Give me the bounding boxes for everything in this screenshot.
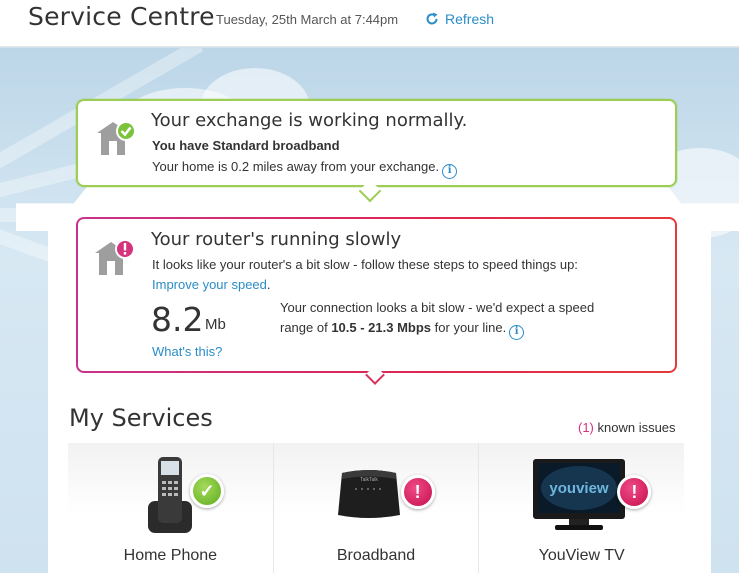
whats-this-link[interactable]: What's this?	[152, 344, 222, 359]
router-heading: Your router's running slowly	[151, 229, 402, 250]
house-alert-icon	[95, 239, 133, 275]
improve-speed-line: Improve your speed.	[152, 277, 271, 292]
service-tile-home-phone[interactable]: ✓ Home Phone	[68, 443, 274, 573]
router-advice: It looks like your router's a bit slow -…	[152, 257, 578, 272]
speed-unit: Mb	[205, 316, 226, 333]
known-issues-link[interactable]: (1) known issues	[578, 420, 676, 435]
router-icon: TalkTalk	[337, 470, 400, 518]
page-title: Service Centre	[28, 2, 215, 31]
status-ok-icon: ✓	[190, 474, 224, 508]
speed-desc-range-prefix: range of	[280, 320, 332, 335]
exchange-distance: Your home is 0.2 miles away from your ex…	[152, 159, 458, 179]
refresh-label: Refresh	[445, 11, 495, 27]
phone-icon	[148, 457, 192, 533]
house-ok-icon	[97, 121, 135, 155]
last-updated-timestamp: Tuesday, 25th March at 7:44pm	[216, 12, 399, 27]
services-heading: My Services	[69, 404, 213, 432]
service-tile-youview-tv[interactable]: youview ! YouView TV	[479, 443, 685, 573]
expected-speed-range: 10.5 - 21.3 Mbps	[331, 320, 432, 335]
broadband-type: You have Standard broadband	[152, 138, 340, 153]
exchange-heading: Your exchange is working normally.	[151, 110, 468, 131]
status-alert-icon: !	[617, 475, 652, 509]
info-icon[interactable]: i	[442, 164, 458, 179]
service-label: YouView TV	[538, 547, 625, 564]
speed-desc-suffix: for your line.	[431, 320, 507, 335]
improve-speed-link[interactable]: Improve your speed	[152, 277, 267, 292]
router-brand-text: TalkTalk	[360, 477, 378, 483]
speed-desc-line1: Your connection looks a bit slow - we'd …	[280, 300, 595, 315]
service-label: Home Phone	[123, 547, 218, 564]
info-icon[interactable]: i	[509, 325, 525, 340]
tv-brand-text: youview	[550, 480, 610, 497]
speed-value: 8.2	[151, 300, 204, 339]
link-suffix: .	[266, 277, 271, 292]
refresh-icon	[426, 12, 438, 25]
broadband-type-text: You have Standard broadband	[152, 138, 340, 153]
service-tile-broadband[interactable]: TalkTalk ! Broadband	[273, 443, 480, 573]
service-label: Broadband	[336, 547, 416, 564]
services-row: ✓ Home Phone TalkTalk ! Broadband youvie…	[68, 443, 685, 573]
exchange-distance-text: Your home is 0.2 miles away from your ex…	[152, 159, 440, 174]
known-issues-count: (1)	[578, 420, 594, 435]
header-bar: Service Centre Tuesday, 25th March at 7:…	[0, 0, 739, 47]
refresh-button[interactable]: Refresh	[425, 11, 494, 27]
speed-description: Your connection looks a bit slow - we'd …	[280, 298, 594, 340]
status-alert-icon: !	[400, 475, 435, 509]
tv-icon: youview	[533, 459, 626, 530]
known-issues-label: known issues	[593, 420, 676, 435]
